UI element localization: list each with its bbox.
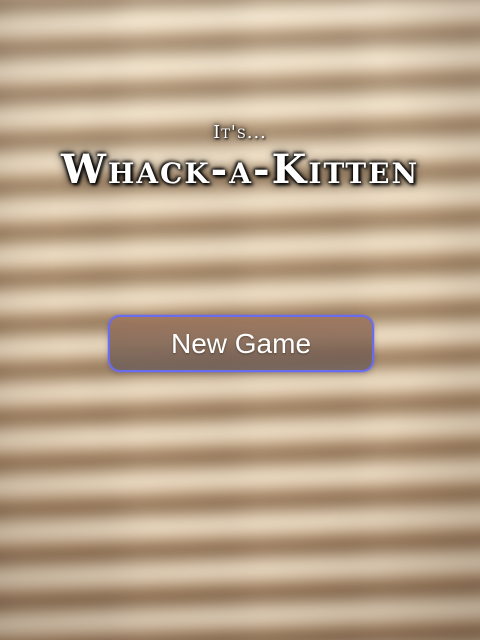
- game-title: Whack-a-Kitten: [60, 146, 420, 193]
- pre-title: It's...: [213, 122, 267, 143]
- title-group: It's... Whack-a-Kitten: [0, 120, 480, 192]
- game-title-screen: It's... Whack-a-Kitten New Game: [0, 0, 480, 640]
- new-game-button[interactable]: New Game: [108, 315, 374, 372]
